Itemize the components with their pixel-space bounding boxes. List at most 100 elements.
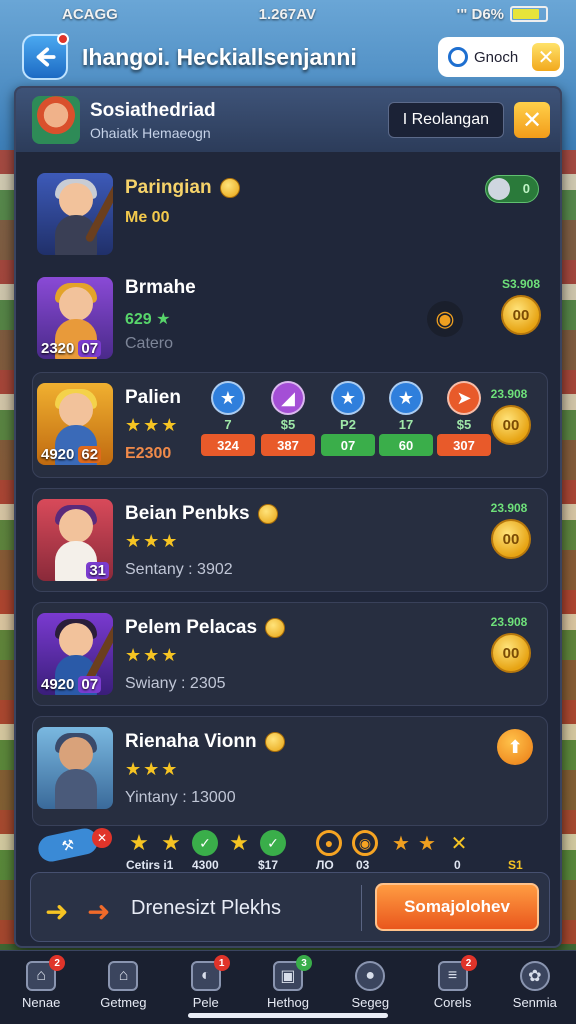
nav-badge: 1 (213, 955, 230, 971)
nav-item-corels[interactable]: ≡ 2 Corels (411, 951, 493, 1024)
status-battery-text: '" D6% (456, 5, 504, 23)
character-portrait (37, 173, 113, 255)
head-shape (59, 623, 93, 657)
nav-label: Senmia (512, 995, 557, 1010)
back-button[interactable] (22, 33, 69, 80)
skill-count: 7 (224, 417, 232, 432)
gear-icon: ✿ (519, 961, 550, 991)
nav-badge: 2 (460, 955, 477, 971)
portrait-badge: 4920 07 (37, 673, 113, 695)
panel-header: Sosiathedriad Ohaiatk Hemaeogn I Reolang… (16, 88, 560, 152)
star-icon: ★ (229, 830, 249, 855)
nav-badge: 3 (295, 955, 312, 971)
primary-button[interactable]: Somajolohev (375, 883, 539, 931)
skill-value: 387 (261, 434, 315, 456)
character-sub: Me 00 (125, 209, 170, 226)
list-item[interactable]: 4920 62 Palien ★★★ E2300 ★ 7 324 ◢ $5 38… (32, 372, 548, 478)
divider (361, 885, 362, 931)
header-title: Sosiathedriad (90, 99, 216, 121)
boot-skill-icon: ◢ (271, 381, 305, 415)
skill-item[interactable]: ★ 17 60 (379, 381, 433, 456)
action-text: Drenesizt Plekhs (131, 897, 282, 919)
star-rating: ★★★ (125, 531, 180, 551)
status-bar: ACAGG 1.267AV '" D6% (0, 0, 576, 28)
avatar[interactable] (32, 96, 80, 144)
nav-item-home[interactable]: ⌂ 2 Nenae (0, 951, 82, 1024)
nav-item-senmia[interactable]: ✿ Senmia (494, 951, 576, 1024)
cross-icon: ✕ (450, 832, 468, 855)
search-pill[interactable]: Gnoch ✕ (438, 37, 564, 77)
bottom-nav: ⌂ 2 Nenae ⌂ Getmeg ◐ 1 Pele ▣ 3 Hethog ●… (0, 950, 576, 1024)
skill-value: 324 (201, 434, 255, 456)
nav-badge: 2 (49, 955, 66, 971)
character-name-text: Rienaha Vionn (125, 731, 257, 752)
skill-item[interactable]: ★ 7 324 (201, 381, 255, 456)
badge-number: 2320 (41, 339, 75, 357)
toggle-switch[interactable]: 0 (485, 175, 539, 203)
header-close-button[interactable]: ✕ (514, 102, 550, 138)
close-icon[interactable]: ✕ (532, 43, 560, 71)
status-right: '" D6% (457, 6, 548, 23)
check-icon: ✓ (192, 830, 218, 856)
coin-button[interactable]: 00 (501, 295, 541, 335)
character-sub: Swiany : 2305 (125, 675, 226, 692)
star-icon: ★ (392, 832, 410, 855)
upgrade-button[interactable]: ⬆ (497, 729, 533, 765)
strip-label: Ѕ1 (508, 858, 523, 872)
header-action-button[interactable]: I Reolangan (387, 102, 504, 138)
toggle-value: 0 (522, 181, 530, 196)
head-shape (59, 287, 93, 321)
list-item[interactable]: Paringian Me 00 0 (32, 162, 548, 262)
list-item[interactable]: 2320 07 Brmahe 629 ★ Catero ◉ S3.908 00 (32, 266, 548, 366)
character-sub: Catero (125, 335, 174, 352)
coin-label: 23.908 (490, 387, 528, 401)
house-icon: ⌂ (108, 961, 139, 991)
skill-item[interactable]: ★ P2 07 (321, 381, 375, 456)
character-sub: Sentany : 3902 (125, 561, 233, 578)
character-name: Brmahe (125, 277, 196, 298)
wrench-icon[interactable]: ⚒ (35, 826, 101, 864)
character-portrait: 4920 62 (37, 383, 113, 465)
list-item[interactable]: 4920 07 Pelem Pelacas ★★★ Swiany : 2305 … (32, 602, 548, 706)
main-panel: Sosiathedriad Ohaiatk Hemaeogn I Reolang… (14, 86, 562, 948)
home-indicator[interactable] (188, 1013, 388, 1018)
header-subtitle: Ohaiatk Hemaeogn (90, 124, 211, 141)
strip-label: Cetirs i1 (126, 858, 174, 872)
mini-icon-strip: ⚒ ✕ ★ ★ ✓ ★ ✓ ● ◉ ★ ★ ✕ Cetirs i1 4300 $… (30, 826, 550, 872)
star-skill-icon: ★ (389, 381, 423, 415)
level-badge: 07 (78, 339, 102, 357)
body-shape (55, 769, 97, 809)
portrait-badge: 4920 62 (37, 443, 113, 465)
star-icon: ★ (161, 830, 181, 855)
nav-label: Nenae (21, 995, 61, 1010)
head-shape (59, 737, 93, 771)
coin-button[interactable]: 00 (491, 519, 531, 559)
swirl-icon[interactable]: ◉ (427, 301, 463, 337)
arrow-right-icon: ➜ (87, 896, 111, 927)
coin-button[interactable]: 00 (491, 633, 531, 673)
level-badge: 62 (78, 445, 102, 463)
character-price: E2300 (125, 445, 172, 462)
status-time: 1.267AV (258, 5, 316, 23)
character-name: Beian Penbks (125, 503, 278, 525)
coin-icon (257, 504, 278, 524)
star-icon: ★ (418, 832, 436, 855)
close-badge-icon[interactable]: ✕ (92, 828, 112, 848)
skill-value: 07 (321, 434, 375, 456)
strip-label: 03 (356, 858, 370, 872)
strip-label: 4300 (192, 858, 219, 872)
star-skill-icon: ★ (331, 381, 365, 415)
nav-label: Hethog (267, 995, 309, 1010)
coin-button[interactable]: 00 (491, 405, 531, 445)
nav-label: Pele (192, 995, 219, 1010)
nav-label: Getmeg (100, 995, 147, 1010)
skill-item[interactable]: ◢ $5 387 (261, 381, 315, 456)
portrait-badge: 31 (37, 559, 113, 581)
back-arrow-icon (36, 47, 56, 67)
list-item[interactable]: Rienaha Vionn ★★★ Yintany : 13000 ⬆ (32, 716, 548, 826)
list-item[interactable]: 31 Beian Penbks ★★★ Sentany : 3902 23.90… (32, 488, 548, 592)
skill-count: $5 (456, 417, 472, 432)
nav-label: Corels (433, 995, 472, 1010)
character-name-text: Pelem Pelacas (125, 617, 258, 638)
nav-item-getmeg[interactable]: ⌂ Getmeg (82, 951, 164, 1024)
